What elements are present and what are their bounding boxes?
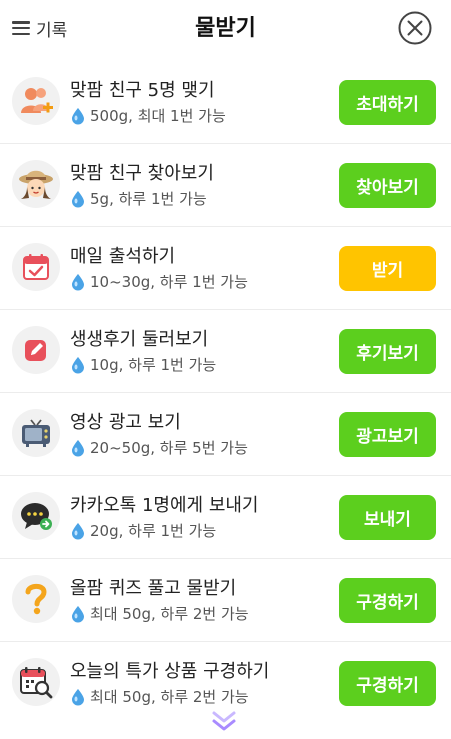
task-detail: 20~50g, 하루 5번 가능 — [70, 437, 248, 458]
tv-icon — [12, 409, 60, 457]
water-drop-icon — [72, 273, 84, 290]
task-detail-text: 500g, 최대 1번 가능 — [90, 107, 226, 125]
water-drop-icon — [72, 356, 84, 373]
receive-button[interactable]: 받기 — [339, 246, 436, 291]
task-detail: 500g, 최대 1번 가능 — [70, 105, 226, 126]
task-detail: 최대 50g, 하루 2번 가능 — [70, 686, 249, 707]
task-row-kakaotalk: 카카오톡 1명에게 보내기 20g, 하루 1번 가능 보내기 — [0, 475, 451, 559]
task-title: 생생후기 둘러보기 — [70, 329, 209, 350]
task-row-attendance: 매일 출석하기 10~30g, 하루 1번 가능 받기 — [0, 226, 451, 310]
task-title: 영상 광고 보기 — [70, 412, 181, 433]
calendar-check-icon — [12, 243, 60, 291]
water-drop-icon — [72, 190, 84, 207]
friends-add-icon — [12, 77, 60, 125]
task-detail: 최대 50g, 하루 2번 가능 — [70, 603, 249, 624]
watch-ad-button[interactable]: 광고보기 — [339, 412, 436, 457]
task-title: 매일 출석하기 — [70, 246, 176, 267]
deal-browse-button[interactable]: 구경하기 — [339, 661, 436, 706]
header: 기록 물받기 — [0, 0, 451, 56]
water-drop-icon — [72, 605, 84, 622]
water-drop-icon — [72, 688, 84, 705]
task-detail-text: 10~30g, 하루 1번 가능 — [90, 273, 248, 291]
chat-share-icon — [12, 492, 60, 540]
task-detail: 20g, 하루 1번 가능 — [70, 520, 216, 541]
task-row-video-ad: 영상 광고 보기 20~50g, 하루 5번 가능 광고보기 — [0, 392, 451, 476]
question-mark-icon — [12, 575, 60, 623]
task-row-quiz: 올팜 퀴즈 풀고 물받기 최대 50g, 하루 2번 가능 구경하기 — [0, 558, 451, 642]
farmer-avatar-icon — [12, 160, 60, 208]
task-detail-text: 최대 50g, 하루 2번 가능 — [90, 688, 249, 706]
page-title: 물받기 — [195, 16, 256, 41]
task-row-invite-friends: 맞팜 친구 5명 맺기 500g, 최대 1번 가능 초대하기 — [0, 60, 451, 144]
task-detail-text: 10g, 하루 1번 가능 — [90, 356, 217, 374]
find-button[interactable]: 찾아보기 — [339, 163, 436, 208]
send-button[interactable]: 보내기 — [339, 495, 436, 540]
task-detail-text: 최대 50g, 하루 2번 가능 — [90, 605, 249, 623]
task-detail-text: 5g, 하루 1번 가능 — [90, 190, 207, 208]
calendar-search-icon — [12, 658, 60, 706]
invite-button[interactable]: 초대하기 — [339, 80, 436, 125]
quiz-browse-button[interactable]: 구경하기 — [339, 578, 436, 623]
task-detail-text: 20g, 하루 1번 가능 — [90, 522, 217, 540]
water-drop-icon — [72, 439, 84, 456]
pencil-edit-icon — [12, 326, 60, 374]
task-row-reviews: 생생후기 둘러보기 10g, 하루 1번 가능 후기보기 — [0, 309, 451, 393]
scroll-down-chevron-icon[interactable] — [206, 710, 242, 734]
water-drop-icon — [72, 522, 84, 539]
task-row-find-friends: 맞팜 친구 찾아보기 5g, 하루 1번 가능 찾아보기 — [0, 143, 451, 227]
task-detail: 10~30g, 하루 1번 가능 — [70, 271, 248, 292]
task-detail-text: 20~50g, 하루 5번 가능 — [90, 439, 248, 457]
task-detail: 5g, 하루 1번 가능 — [70, 188, 207, 209]
close-icon[interactable] — [397, 10, 433, 46]
water-drop-icon — [72, 107, 84, 124]
task-title: 카카오톡 1명에게 보내기 — [70, 495, 259, 516]
task-title: 오늘의 특가 상품 구경하기 — [70, 661, 270, 682]
task-detail: 10g, 하루 1번 가능 — [70, 354, 216, 375]
task-title: 올팜 퀴즈 풀고 물받기 — [70, 578, 237, 599]
view-reviews-button[interactable]: 후기보기 — [339, 329, 436, 374]
task-title: 맞팜 친구 5명 맺기 — [70, 80, 215, 101]
task-title: 맞팜 친구 찾아보기 — [70, 163, 214, 184]
